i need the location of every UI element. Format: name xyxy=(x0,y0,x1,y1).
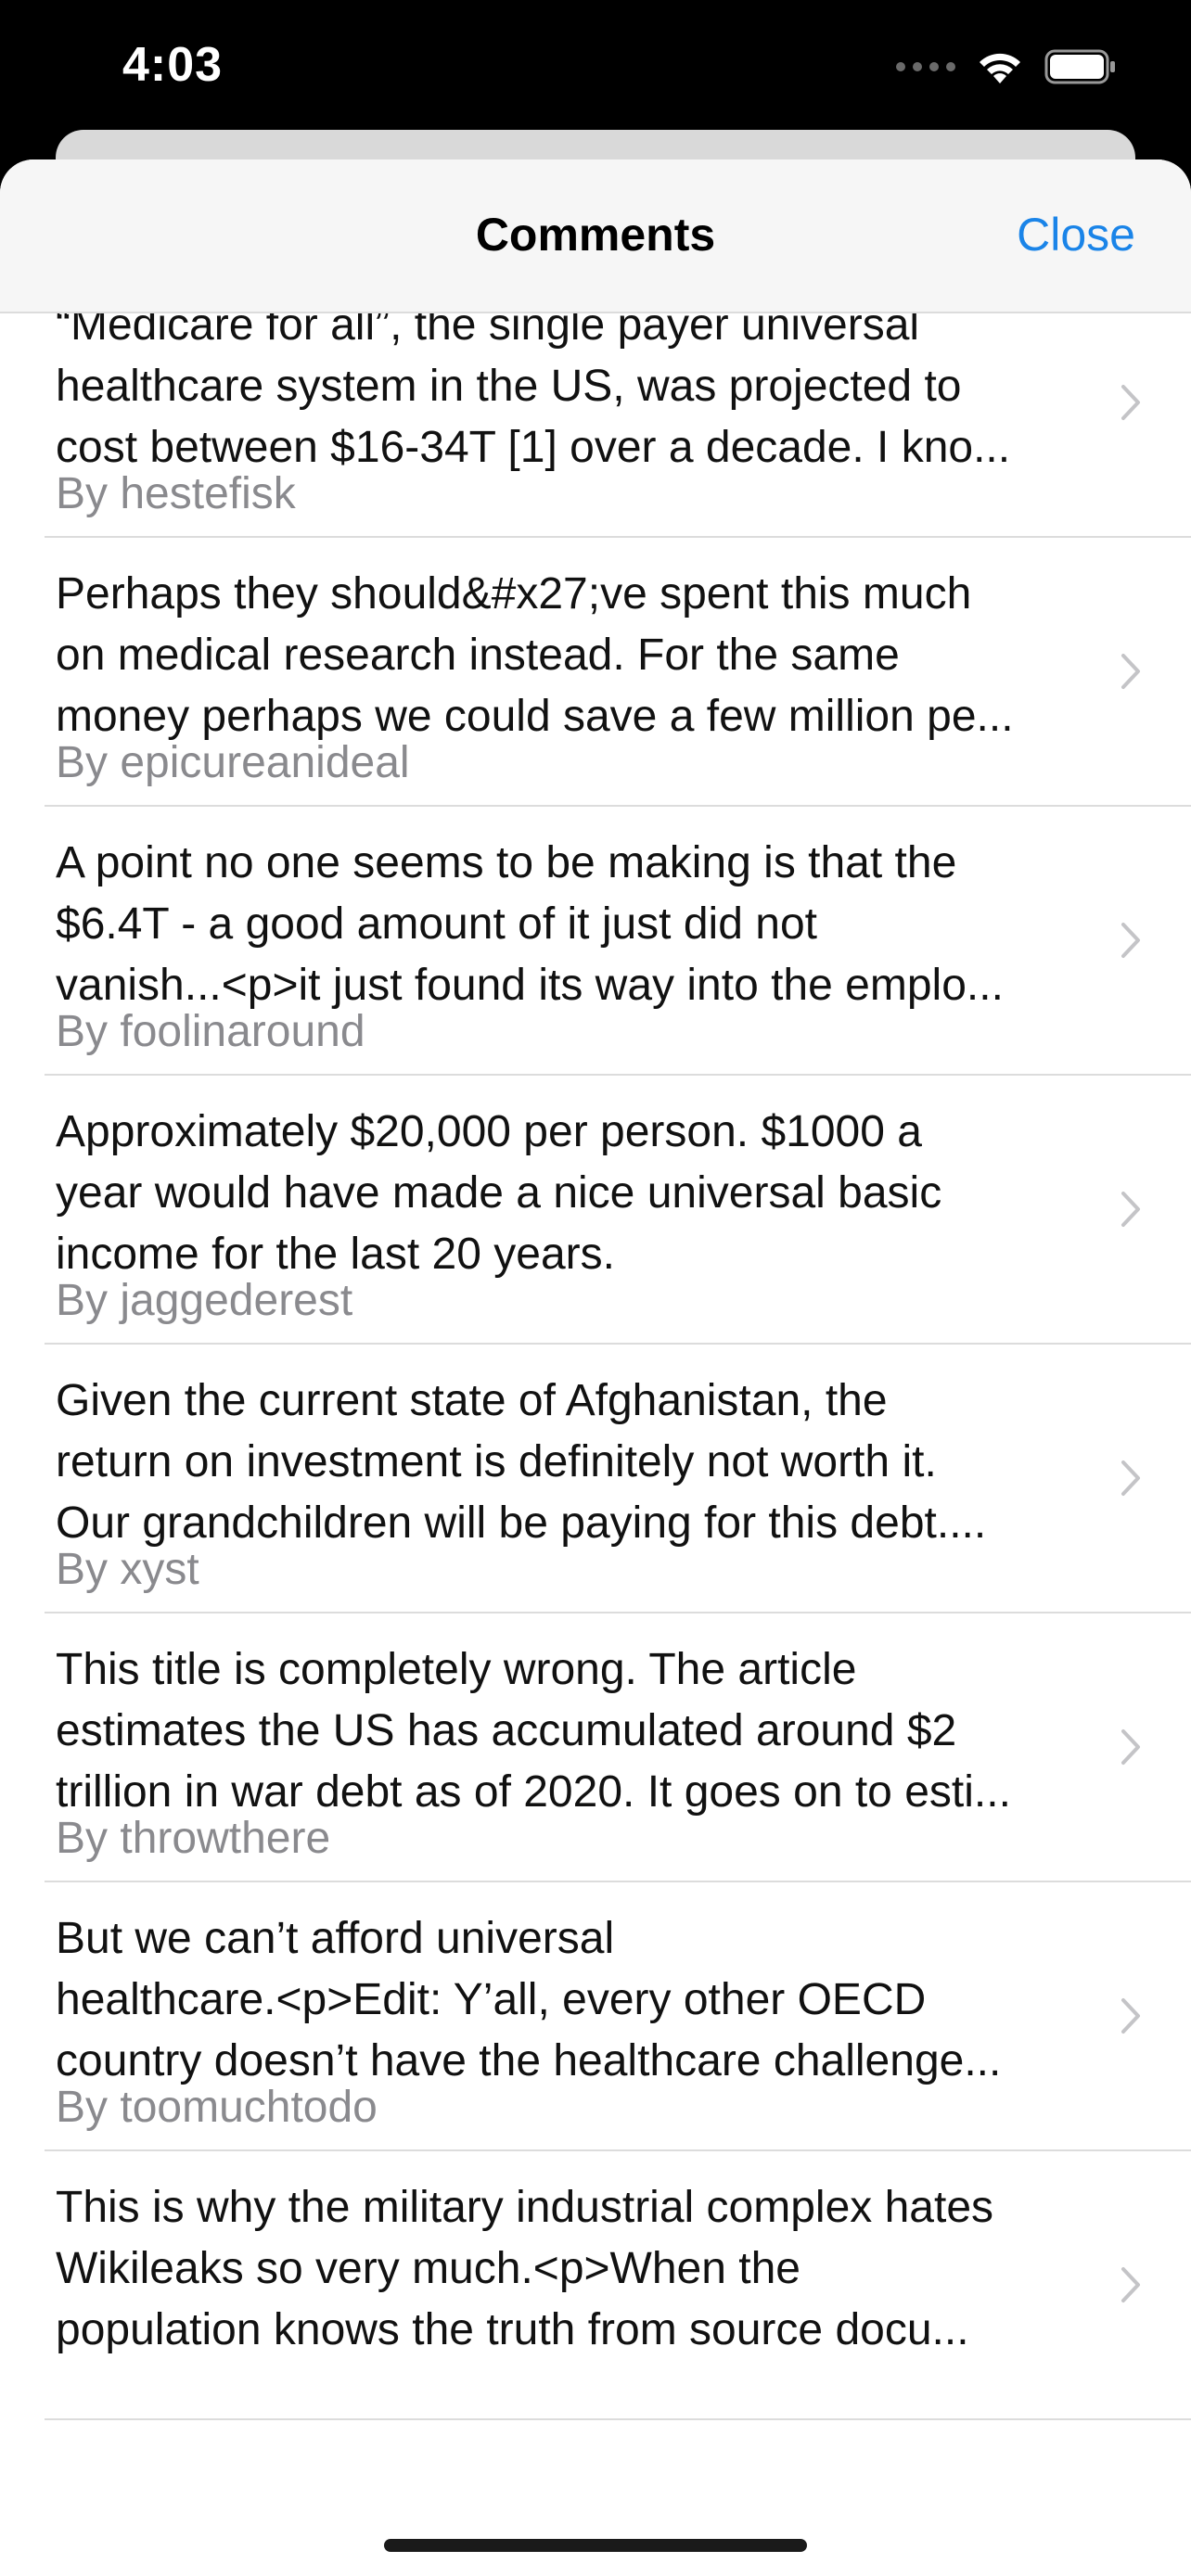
chevron-right-icon xyxy=(1121,1076,1141,1343)
wifi-icon xyxy=(980,53,1020,83)
comment-text: Approximately $20,000 per person. $1000 … xyxy=(56,1102,1095,1285)
comment-text: Given the current state of Afghanistan, … xyxy=(56,1371,1095,1554)
comment-row[interactable]: Perhaps they should&#x27;ve spent this m… xyxy=(45,538,1191,807)
comment-text-line: healthcare.<p>Edit: Y’all, every other O… xyxy=(56,1975,927,2024)
chevron-right-icon xyxy=(1121,1882,1141,2149)
comment-row[interactable]: This title is completely wrong. The arti… xyxy=(45,1613,1191,1882)
comment-text-line: This title is completely wrong. The arti… xyxy=(56,1645,857,1694)
comment-author: By throwthere xyxy=(56,1814,331,1863)
comment-text-line: year would have made a nice universal ba… xyxy=(56,1168,942,1218)
comment-row[interactable]: This is why the military industrial comp… xyxy=(45,2151,1191,2420)
comment-author: By toomuchtodo xyxy=(56,2083,378,2132)
chevron-right-icon xyxy=(1121,1345,1141,1612)
comment-author: By epicureanideal xyxy=(56,738,410,787)
comment-text-line: $6.4T - a good amount of it just did not xyxy=(56,899,817,949)
chevron-right-icon xyxy=(1121,2151,1141,2418)
close-button[interactable]: Close xyxy=(1017,208,1135,261)
comment-text-line: return on investment is definitely not w… xyxy=(56,1437,937,1486)
comment-text-line: Our grandchildren will be paying for thi… xyxy=(56,1498,987,1548)
page-title: Comments xyxy=(475,209,716,261)
comment-text-line: healthcare system in the US, was project… xyxy=(56,362,962,411)
comment-text-line: Given the current state of Afghanistan, … xyxy=(56,1376,888,1425)
comment-text: This is why the military industrial comp… xyxy=(56,2177,1095,2361)
comment-text-line: Wikileaks so very much.<p>When the xyxy=(56,2244,800,2293)
status-indicators xyxy=(896,46,1117,87)
home-indicator[interactable] xyxy=(384,2539,807,2552)
comment-text-line: But we can’t afford universal xyxy=(56,1914,615,1963)
comment-text-line: A point no one seems to be making is tha… xyxy=(56,838,957,887)
chevron-right-icon xyxy=(1121,807,1141,1074)
comment-text: “Medicare for all”, the single payer uni… xyxy=(56,295,1095,478)
comment-text-line: Perhaps they should&#x27;ve spent this m… xyxy=(56,569,972,618)
comment-text-line: estimates the US has accumulated around … xyxy=(56,1706,957,1755)
comment-text-line: Approximately $20,000 per person. $1000 … xyxy=(56,1107,922,1156)
status-bar: 4:03 xyxy=(0,0,1191,139)
status-time: 4:03 xyxy=(122,38,224,92)
cellular-signal-icon xyxy=(896,62,955,71)
comment-author: By foolinaround xyxy=(56,1007,365,1056)
comment-text-line: population knows the truth from source d… xyxy=(56,2305,969,2354)
comment-text: This title is completely wrong. The arti… xyxy=(56,1639,1095,1823)
chevron-right-icon xyxy=(1121,1613,1141,1881)
comment-row[interactable]: But we can’t afford universal healthcare.… xyxy=(45,1882,1191,2151)
navigation-bar: Comments Close xyxy=(0,159,1191,313)
comment-list: misrepresents the volume and beneficiari… xyxy=(0,159,1191,2420)
chevron-right-icon xyxy=(1121,538,1141,805)
comment-row[interactable]: Given the current state of Afghanistan, … xyxy=(45,1345,1191,1613)
comment-row[interactable]: A point no one seems to be making is tha… xyxy=(45,807,1191,1076)
comment-text: But we can’t afford universal healthcare.… xyxy=(56,1908,1095,2092)
comment-author: By jaggederest xyxy=(56,1276,353,1325)
comments-sheet: Comments Close misrepresents the volume … xyxy=(0,159,1191,2576)
battery-icon xyxy=(1044,49,1115,84)
comment-text-line: on medical research instead. For the sam… xyxy=(56,631,900,680)
comment-text: A point no one seems to be making is tha… xyxy=(56,833,1095,1016)
comment-text: Perhaps they should&#x27;ve spent this m… xyxy=(56,564,1095,747)
comment-row[interactable]: Approximately $20,000 per person. $1000 … xyxy=(45,1076,1191,1345)
comment-text-line: This is why the military industrial comp… xyxy=(56,2183,994,2232)
comment-author: By hestefisk xyxy=(56,469,296,518)
comment-author: By xyst xyxy=(56,1545,199,1594)
